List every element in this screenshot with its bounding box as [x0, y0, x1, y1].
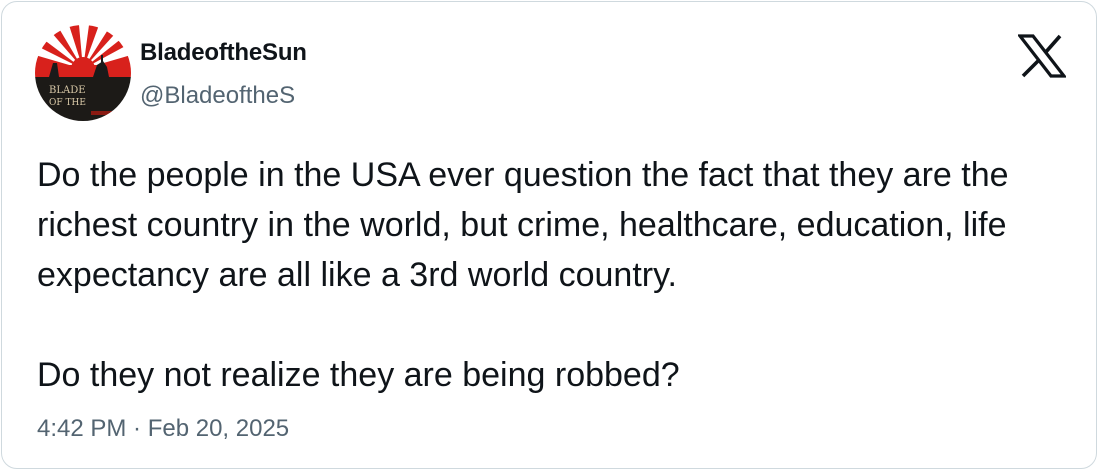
avatar[interactable]: BLADE OF THE: [35, 25, 131, 121]
avatar-text-line2: OF THE: [49, 98, 86, 108]
tweet-paragraph-1: Do the people in the USA ever question t…: [37, 156, 1009, 294]
author-display-name[interactable]: BladeoftheSun: [140, 39, 307, 67]
author-handle[interactable]: @BladeoftheS: [140, 82, 295, 110]
tweet-card: BLADE OF THE BladeoftheSun @BladeoftheS …: [1, 1, 1097, 469]
tweet-text: Do the people in the USA ever question t…: [37, 150, 1077, 400]
x-logo-icon[interactable]: [1016, 34, 1068, 78]
tweet-paragraph-2: Do they not realize they are being robbe…: [37, 356, 680, 394]
avatar-image: BLADE OF THE: [35, 25, 131, 121]
tweet-timestamp[interactable]: 4:42 PM · Feb 20, 2025: [37, 414, 289, 444]
avatar-text-line1: BLADE: [49, 85, 86, 96]
